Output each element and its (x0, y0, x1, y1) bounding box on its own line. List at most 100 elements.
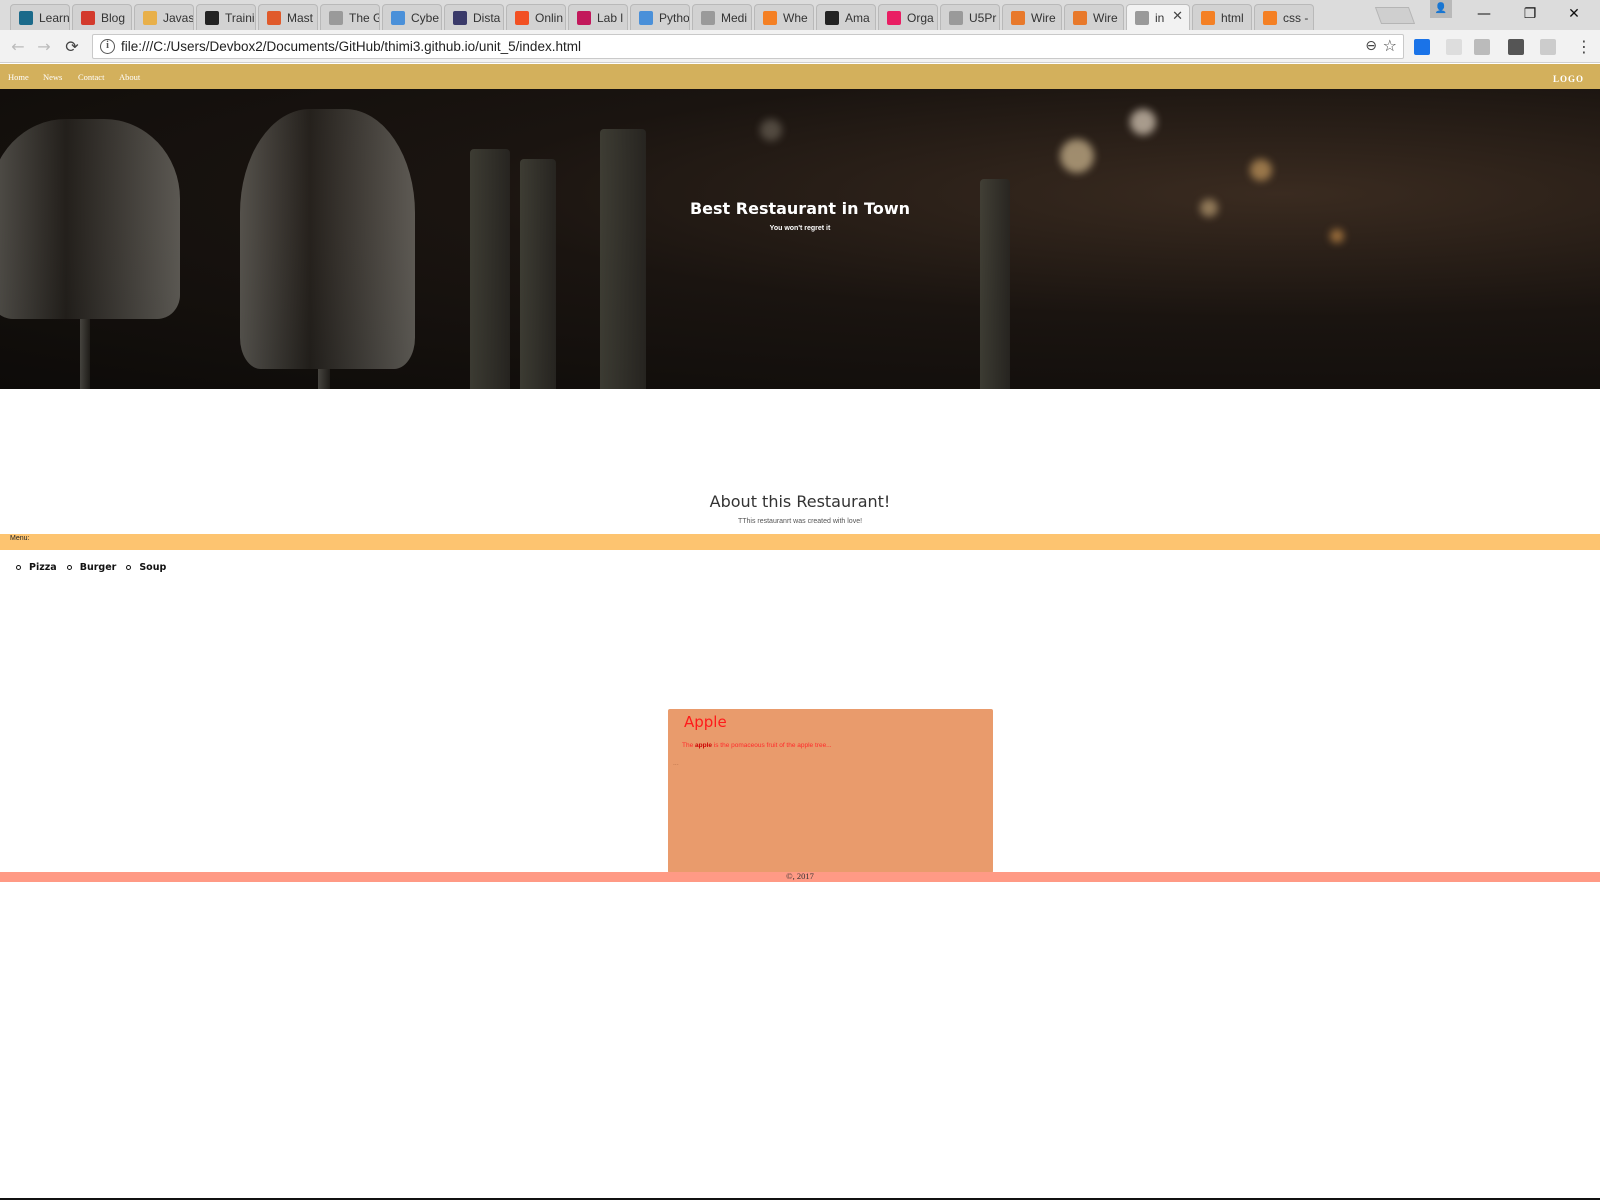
browser-tab[interactable]: Cybe (382, 4, 442, 30)
wine-glass-stem (318, 369, 330, 389)
tab-favicon-icon (825, 10, 839, 25)
tab-favicon-icon (949, 10, 963, 25)
extension-icon-2[interactable] (1446, 39, 1462, 55)
menu-list: Pizza Burger Soup (16, 562, 166, 573)
extension-icon-1[interactable] (1414, 39, 1430, 55)
nav-link-contact[interactable]: Contact (78, 72, 104, 82)
browser-toolbar: ← → ⟳ i file:///C:/Users/Devbox2/Documen… (0, 30, 1600, 63)
nav-link-about[interactable]: About (119, 72, 140, 82)
tab-title: Dista (473, 10, 501, 25)
menu-label: Menu: (10, 535, 30, 542)
minimize-button[interactable]: — (1462, 0, 1506, 30)
browser-tab[interactable]: Blog (72, 4, 132, 30)
tab-title: Trainin (225, 10, 255, 25)
menu-item-label: Soup (139, 562, 167, 573)
tab-favicon-icon (267, 10, 281, 25)
reload-button[interactable]: ⟳ (60, 35, 84, 59)
background-bottle (600, 129, 646, 389)
tab-favicon-icon (19, 10, 33, 25)
browser-tabstrip: Learn Blog Javas Trainin Mast The G Cybe Dista O… (0, 0, 1600, 30)
tab-title: Blog (101, 10, 126, 25)
tab-favicon-icon (205, 10, 219, 25)
browser-menu-icon[interactable]: ⋮ (1576, 35, 1592, 59)
site-logo[interactable]: LOGO (1553, 74, 1584, 84)
browser-tab[interactable]: Medi (692, 4, 752, 30)
info-icon[interactable]: i (100, 39, 115, 54)
browser-tab[interactable]: Trainin (196, 4, 256, 30)
menu-item-soup: Soup (126, 562, 166, 573)
card-highlight: apple (695, 742, 712, 749)
browser-tab[interactable]: Lab l (568, 4, 628, 30)
extension-icon-5[interactable] (1540, 39, 1556, 55)
tab-favicon-icon (1201, 10, 1215, 25)
tab-favicon-icon (1135, 10, 1149, 25)
profile-icon[interactable]: 👤 (1430, 0, 1452, 18)
menu-item-pizza: Pizza (16, 562, 57, 573)
bokeh-light (1130, 109, 1156, 135)
forward-button[interactable]: → (32, 35, 56, 59)
about-text: TThis restauranrt was created with love! (737, 518, 863, 525)
close-window-button[interactable]: ✕ (1552, 0, 1596, 30)
tab-favicon-icon (329, 10, 343, 25)
card-text-before: The (682, 742, 696, 749)
tab-favicon-icon (81, 10, 95, 25)
tab-favicon-icon (453, 10, 467, 25)
browser-tab[interactable]: Onlin (506, 4, 566, 30)
bokeh-light (1060, 139, 1094, 173)
card-text-after: is the pomaceous fruit of the apple tree… (712, 742, 832, 749)
tab-favicon-icon (391, 10, 405, 25)
bookmark-star-icon[interactable]: ☆ (1383, 36, 1397, 55)
extension-icon-3[interactable] (1474, 39, 1490, 55)
back-button[interactable]: ← (6, 35, 30, 59)
tab-title: Whe (783, 10, 808, 25)
browser-tab[interactable]: U5Pr (940, 4, 1000, 30)
browser-tab[interactable]: Mast (258, 4, 318, 30)
restore-button[interactable]: ❐ (1508, 0, 1552, 30)
card-text: The apple is the pomaceous fruit of the … (682, 742, 832, 749)
apple-card: Apple The apple is the pomaceous fruit o… (668, 709, 993, 873)
browser-tab[interactable]: Pytho (630, 4, 690, 30)
nav-link-home[interactable]: Home (8, 72, 29, 82)
tab-favicon-icon (887, 10, 901, 25)
url-text[interactable]: file:///C:/Users/Devbox2/Documents/GitHu… (121, 39, 581, 54)
wine-glass-right (240, 109, 415, 369)
browser-tab[interactable]: The G (320, 4, 380, 30)
tab-title: Pytho (659, 10, 690, 25)
browser-tab[interactable]: in ✕ (1126, 4, 1190, 30)
browser-tab[interactable]: Whe (754, 4, 814, 30)
new-tab-button[interactable] (1374, 7, 1416, 24)
about-title: About this Restaurant! (709, 492, 891, 511)
hero-banner: Best Restaurant in Town You won't regret… (0, 89, 1600, 389)
tab-title: html (1221, 10, 1244, 25)
browser-tab[interactable]: Orga (878, 4, 938, 30)
nav-link-news[interactable]: News (43, 72, 62, 82)
browser-tab[interactable]: Wire (1064, 4, 1124, 30)
wine-glass-left (0, 119, 180, 319)
extension-icon-4[interactable] (1508, 39, 1524, 55)
tab-close-icon[interactable]: ✕ (1172, 9, 1183, 24)
tab-title: in (1155, 10, 1165, 25)
footer-text: ©, 2017 (786, 871, 814, 881)
tab-title: U5Pr (969, 10, 997, 25)
menu-bar: Menu: (0, 534, 1600, 550)
page-content: Home News Contact About LOGO Best Restau… (0, 64, 1600, 1200)
tab-favicon-icon (701, 10, 715, 25)
browser-tab[interactable]: css - (1254, 4, 1314, 30)
tab-title: Wire (1093, 10, 1118, 25)
browser-tab[interactable]: Dista (444, 4, 504, 30)
bullet-icon (66, 565, 72, 570)
zoom-icon[interactable]: ⊖ (1365, 38, 1377, 54)
browser-tab[interactable]: Learn (10, 4, 70, 30)
browser-tab[interactable]: html (1192, 4, 1252, 30)
browser-tab[interactable]: Wire (1002, 4, 1062, 30)
address-bar[interactable]: i file:///C:/Users/Devbox2/Documents/Git… (92, 34, 1404, 59)
tab-title: Learn (39, 10, 70, 25)
background-bottle (520, 159, 556, 389)
tab-favicon-icon (143, 10, 157, 25)
bullet-icon (126, 565, 132, 570)
browser-tab[interactable]: Javas (134, 4, 194, 30)
tab-title: Onlin (535, 10, 564, 25)
browser-tab[interactable]: Ama (816, 4, 876, 30)
bokeh-light (760, 119, 782, 141)
site-navbar: Home News Contact About LOGO (0, 64, 1600, 89)
